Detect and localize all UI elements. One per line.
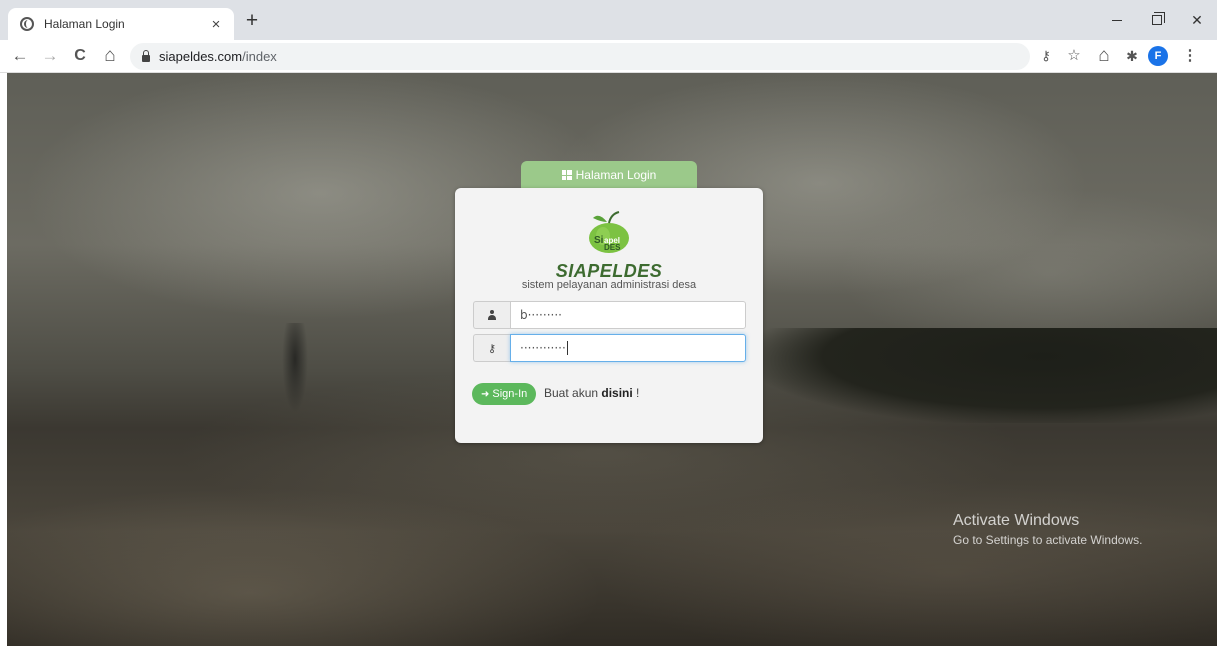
register-prefix: Buat akun bbox=[544, 386, 602, 400]
key-icon: ⚷ bbox=[487, 342, 497, 355]
globe-icon bbox=[20, 17, 34, 31]
home-button[interactable]: ⌂ bbox=[98, 44, 122, 68]
close-window-button[interactable]: ✕ bbox=[1177, 0, 1217, 40]
url-text: siapeldes.com/index bbox=[159, 49, 277, 64]
key-icon[interactable]: ⚷ bbox=[1034, 44, 1058, 68]
url-path: /index bbox=[242, 49, 277, 64]
sign-in-label: Sign-In bbox=[492, 388, 528, 400]
register-link[interactable]: disini bbox=[601, 386, 632, 400]
text-caret bbox=[566, 341, 568, 355]
browser-tabstrip: Halaman Login × + ✕ bbox=[0, 0, 1217, 40]
svg-text:DES: DES bbox=[604, 243, 621, 252]
close-tab-icon[interactable]: × bbox=[208, 16, 224, 33]
password-addon: ⚷ bbox=[473, 334, 510, 362]
page-left-edge bbox=[0, 73, 7, 646]
password-field: ⚷ ············ bbox=[473, 334, 746, 362]
lock-icon bbox=[142, 50, 150, 62]
restore-icon bbox=[1152, 12, 1165, 25]
username-field: b········· bbox=[473, 301, 746, 329]
home-icon[interactable]: ⌂ bbox=[1092, 44, 1116, 68]
username-addon bbox=[473, 301, 510, 329]
avatar: F bbox=[1148, 46, 1168, 66]
register-text: Buat akun disini ! bbox=[544, 386, 639, 400]
profile-button[interactable]: F bbox=[1146, 44, 1170, 68]
password-input[interactable]: ············ bbox=[510, 334, 746, 362]
login-panel-title: Halaman Login bbox=[575, 168, 657, 182]
reload-button[interactable]: C bbox=[68, 44, 92, 68]
activate-subtitle: Go to Settings to activate Windows. bbox=[953, 533, 1143, 547]
activate-title: Activate Windows bbox=[953, 512, 1080, 529]
sign-in-button[interactable]: ➜ Sign-In bbox=[472, 383, 537, 405]
svg-text:Si: Si bbox=[594, 235, 604, 246]
grid-icon bbox=[561, 170, 572, 180]
brand-tagline: sistem pelayanan administrasi desa bbox=[521, 279, 697, 291]
tab-title: Halaman Login bbox=[44, 17, 125, 31]
login-panel-header: Halaman Login bbox=[521, 161, 697, 189]
new-tab-button[interactable]: + bbox=[238, 8, 266, 36]
sign-in-icon: ➜ bbox=[481, 388, 490, 400]
minimize-icon bbox=[1112, 19, 1122, 21]
siapeldes-logo: Si apel DES bbox=[589, 211, 629, 253]
password-value: ············ bbox=[520, 341, 566, 355]
login-card: Si apel DES SIAPELDES sistem pelayanan a… bbox=[455, 188, 763, 443]
minimize-button[interactable] bbox=[1097, 0, 1137, 40]
url-host: siapeldes.com bbox=[159, 49, 243, 64]
extensions-icon[interactable]: ✱ bbox=[1120, 44, 1144, 68]
background-figure bbox=[282, 323, 308, 413]
window-controls: ✕ bbox=[1097, 0, 1217, 40]
browser-toolbar: ← → C ⌂ siapeldes.com/index ⚷ ☆ ⌂ ✱ F ⋮ bbox=[0, 40, 1217, 73]
activate-windows-watermark: Activate Windows Go to Settings to activ… bbox=[953, 512, 1142, 547]
username-input[interactable]: b········· bbox=[510, 301, 746, 329]
register-suffix: ! bbox=[632, 386, 640, 400]
user-icon bbox=[487, 310, 497, 320]
restore-button[interactable] bbox=[1137, 0, 1177, 40]
close-icon: ✕ bbox=[1191, 11, 1203, 28]
browser-tab[interactable]: Halaman Login × bbox=[8, 8, 234, 40]
login-page-background: Halaman Login Si apel DES SIAPELDES sist… bbox=[0, 73, 1217, 646]
background-hill bbox=[760, 328, 1217, 423]
back-button[interactable]: ← bbox=[8, 44, 32, 68]
star-icon[interactable]: ☆ bbox=[1062, 44, 1086, 68]
address-bar[interactable]: siapeldes.com/index bbox=[130, 43, 1030, 70]
menu-icon[interactable]: ⋮ bbox=[1178, 44, 1202, 68]
forward-button[interactable]: → bbox=[38, 44, 62, 68]
